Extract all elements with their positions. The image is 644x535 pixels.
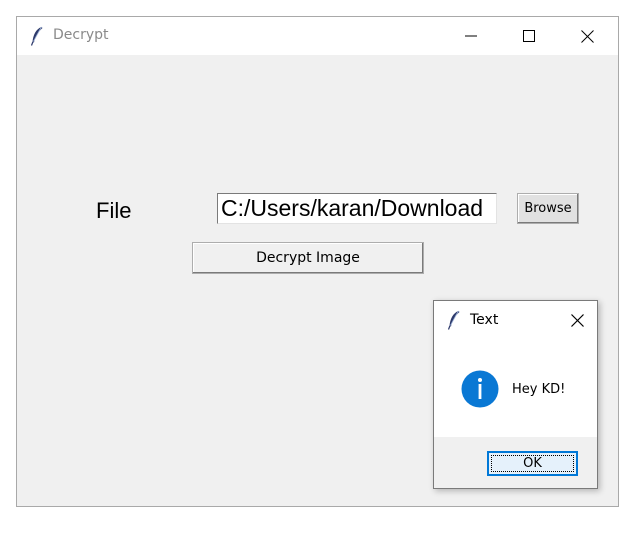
file-label: File bbox=[96, 198, 132, 223]
file-path-input[interactable]: C:/Users/karan/Download bbox=[217, 193, 497, 224]
dialog-button-bar: OK bbox=[434, 437, 597, 488]
message-dialog: Text Hey KD! OK bbox=[433, 300, 598, 489]
window-title: Decrypt bbox=[53, 27, 109, 43]
browse-button[interactable]: Browse bbox=[517, 193, 579, 224]
close-icon bbox=[580, 29, 594, 43]
minimize-button[interactable] bbox=[442, 17, 500, 55]
ok-button[interactable]: OK bbox=[487, 451, 578, 476]
maximize-icon bbox=[523, 30, 535, 42]
title-bar[interactable]: Decrypt bbox=[17, 17, 618, 55]
info-icon bbox=[461, 370, 499, 408]
decrypt-image-button[interactable]: Decrypt Image bbox=[192, 242, 424, 274]
close-icon bbox=[570, 313, 584, 327]
dialog-close-button[interactable] bbox=[562, 307, 592, 333]
close-button[interactable] bbox=[558, 17, 616, 55]
tk-feather-icon bbox=[447, 310, 460, 330]
dialog-message: Hey KD! bbox=[512, 382, 566, 397]
dialog-title: Text bbox=[470, 312, 499, 328]
tk-feather-icon bbox=[30, 26, 43, 46]
minimize-icon bbox=[465, 35, 477, 37]
ok-button-label: OK bbox=[523, 456, 542, 471]
maximize-button[interactable] bbox=[500, 17, 558, 55]
